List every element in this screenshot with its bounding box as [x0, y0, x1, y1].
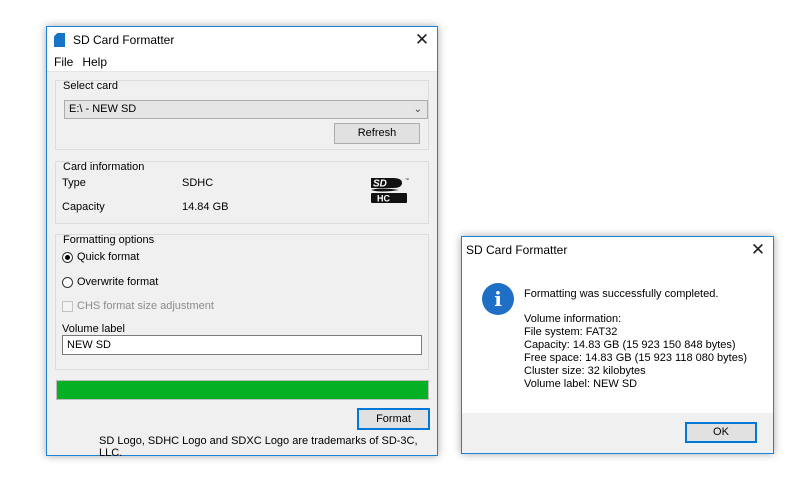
main-window: SD Card Formatter ✕ File Help Select car…	[46, 26, 438, 459]
volume-label-value: NEW SD	[67, 339, 111, 351]
svg-text:SD: SD	[373, 179, 387, 190]
progress-fill	[57, 381, 428, 399]
completion-dialog: SD Card Formatter ✕ i Formatting was suc…	[461, 236, 774, 454]
dialog-message: Formatting was successfully completed.	[524, 288, 719, 300]
title-bar: SD Card Formatter ✕	[47, 27, 437, 53]
type-label: Type	[62, 177, 86, 189]
refresh-button[interactable]: Refresh	[334, 123, 420, 144]
quick-format-label: Quick format	[77, 251, 140, 263]
card-information-group: Card information Type SDHC Capacity 14.8…	[55, 161, 429, 224]
menu-bar: File Help	[47, 53, 437, 72]
volume-info-line: Cluster size: 32 kilobytes	[524, 365, 646, 377]
window-title: SD Card Formatter	[73, 33, 175, 47]
info-icon: i	[482, 283, 514, 315]
svg-text:™: ™	[405, 177, 409, 182]
capacity-label: Capacity	[62, 201, 105, 213]
volume-info-line: Volume label: NEW SD	[524, 378, 638, 390]
volume-info-line: Free space: 14.83 GB (15 923 118 080 byt…	[524, 352, 747, 364]
dialog-footer: OK	[462, 413, 773, 453]
svg-text:HC: HC	[377, 194, 390, 204]
volume-label-input[interactable]: NEW SD	[62, 335, 422, 355]
close-icon[interactable]: ✕	[407, 27, 437, 53]
volume-label-title: Volume label	[62, 323, 125, 335]
type-value: SDHC	[182, 177, 214, 189]
volume-info-line: Capacity: 14.83 GB (15 923 150 848 bytes…	[524, 339, 736, 351]
overwrite-format-radio[interactable]: Overwrite format	[62, 276, 158, 288]
volume-information: Volume information: File system: FAT32 C…	[524, 313, 747, 391]
checkbox-icon	[62, 300, 73, 312]
volume-info-line: Volume information:	[524, 313, 622, 325]
card-select-value: E:\ - NEW SD	[69, 103, 137, 115]
menu-help[interactable]: Help	[82, 55, 107, 69]
format-progress-bar	[56, 380, 429, 400]
volume-info-line: File system: FAT32	[524, 326, 618, 338]
quick-format-radio[interactable]: Quick format	[62, 251, 139, 263]
card-select-dropdown[interactable]: E:\ - NEW SD ⌄	[64, 100, 428, 119]
capacity-value: 14.84 GB	[182, 201, 229, 213]
menu-file[interactable]: File	[54, 55, 73, 69]
select-card-title: Select card	[63, 80, 119, 92]
sdhc-logo: SD ™ HC	[371, 177, 409, 204]
chs-adjustment-label: CHS format size adjustment	[77, 300, 214, 312]
formatting-options-group: Formatting options Quick format Overwrit…	[55, 234, 429, 370]
overwrite-format-label: Overwrite format	[77, 276, 159, 288]
sd-card-icon	[54, 33, 65, 47]
chs-adjustment-checkbox[interactable]: CHS format size adjustment	[62, 300, 214, 312]
dialog-title-bar: SD Card Formatter ✕	[462, 237, 773, 262]
radio-selected-icon	[62, 251, 73, 263]
select-card-group: Select card E:\ - NEW SD ⌄ Refresh	[55, 80, 429, 150]
chevron-down-icon: ⌄	[413, 104, 422, 115]
ok-button[interactable]: OK	[685, 422, 757, 443]
format-button[interactable]: Format	[357, 408, 430, 430]
radio-unselected-icon	[62, 276, 73, 288]
card-information-title: Card information	[63, 161, 145, 173]
formatting-options-title: Formatting options	[63, 234, 155, 246]
close-icon[interactable]: ✕	[743, 237, 773, 262]
trademark-text: SD Logo, SDHC Logo and SDXC Logo are tra…	[99, 435, 418, 459]
dialog-title: SD Card Formatter	[466, 242, 568, 257]
